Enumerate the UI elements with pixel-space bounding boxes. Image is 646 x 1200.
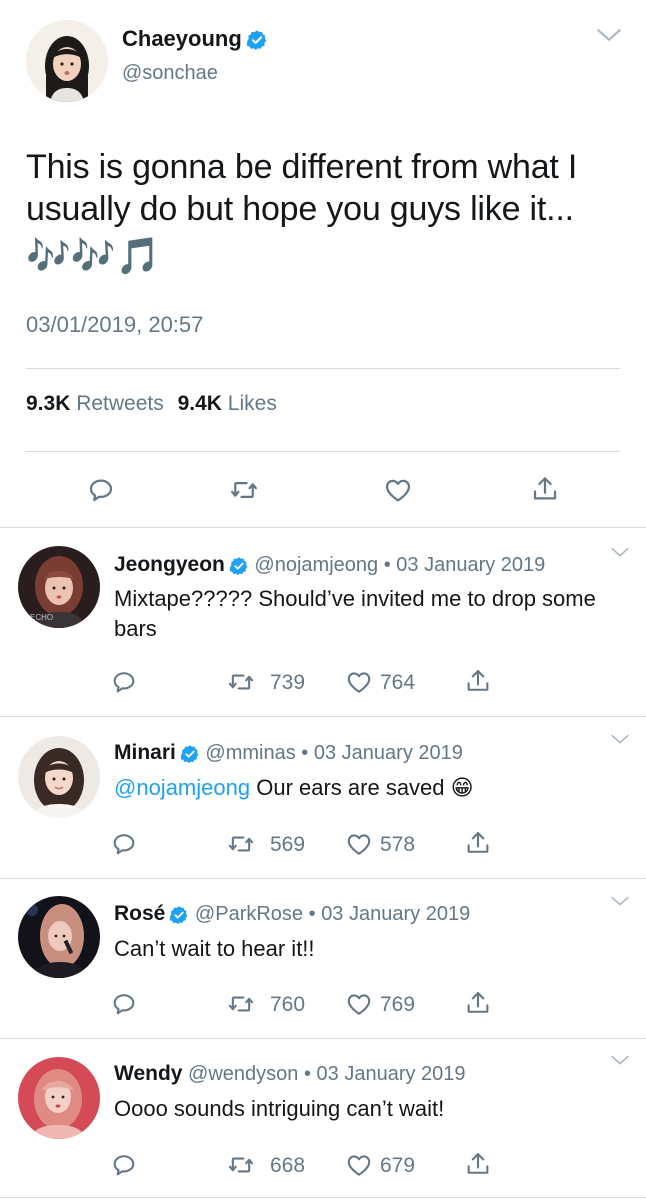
retweet-icon[interactable]	[228, 475, 260, 505]
reply-header: Minari @mminas • 03 January 2019	[114, 741, 463, 765]
chevron-down-icon[interactable]	[596, 28, 622, 43]
reply-body: Can’t wait to hear it!!	[114, 936, 315, 961]
reply-body: Our ears are saved 😁	[256, 775, 474, 800]
reply-avatar[interactable]	[18, 736, 100, 818]
like-icon[interactable]	[344, 668, 374, 696]
retweet-count: 739	[270, 671, 306, 694]
reply-body: Mixtape????? Should’ve invited me to dro…	[114, 586, 596, 641]
chevron-down-icon[interactable]	[610, 1055, 630, 1066]
svg-text:ECHO: ECHO	[30, 613, 53, 622]
likes-count: 9.4K	[177, 392, 222, 415]
retweet-count: 668	[270, 1154, 306, 1177]
author-name-text[interactable]: Chaeyoung	[122, 26, 242, 51]
reply-icon[interactable]	[86, 475, 116, 505]
retweets-stat[interactable]: 9.3K Retweets	[26, 392, 164, 415]
engagement-stats: 9.3K Retweets 9.4K Likes	[26, 392, 277, 416]
reply-icon[interactable]	[110, 668, 138, 696]
chevron-down-icon[interactable]	[610, 734, 630, 745]
retweets-count: 9.3K	[26, 392, 71, 415]
reply-author-name[interactable]: Rosé	[114, 902, 165, 925]
reply-body: Oooo sounds intriguing can’t wait!	[114, 1096, 445, 1121]
reply-author-handle[interactable]: @mminas	[205, 742, 295, 764]
tweet-text: This is gonna be different from what I u…	[26, 148, 578, 228]
reply-text: @nojamjeong Our ears are saved 😁	[114, 773, 624, 803]
reply-icon[interactable]	[110, 1151, 138, 1179]
share-icon[interactable]	[464, 988, 492, 1018]
retweet-icon[interactable]	[226, 1151, 256, 1179]
reply-text: Can’t wait to hear it!!	[114, 934, 624, 964]
divider	[26, 451, 620, 452]
avatar[interactable]	[26, 20, 108, 102]
reply-text: Mixtape????? Should’ve invited me to dro…	[114, 584, 624, 644]
reply-author-name[interactable]: Minari	[114, 741, 176, 764]
mention-link[interactable]: @nojamjeong	[114, 775, 250, 800]
share-icon[interactable]	[530, 473, 560, 505]
divider	[0, 716, 646, 717]
divider	[0, 527, 646, 528]
retweet-count: 760	[270, 993, 306, 1016]
reply-header: Jeongyeon @nojamjeong • 03 January 2019	[114, 553, 545, 577]
like-icon[interactable]	[344, 990, 374, 1018]
retweets-label: Retweets	[76, 392, 164, 415]
music-notes-emoji: 🎶🎶🎵	[26, 235, 161, 276]
reply-avatar[interactable]	[18, 1057, 100, 1139]
likes-label: Likes	[227, 392, 277, 415]
divider	[0, 878, 646, 879]
verified-badge-icon	[246, 29, 268, 51]
retweet-icon[interactable]	[226, 990, 256, 1018]
like-icon[interactable]	[344, 830, 374, 858]
reply-header: Rosé @ParkRose • 03 January 2019	[114, 902, 470, 926]
author-name[interactable]: Chaeyoung	[122, 26, 268, 52]
tweet-timestamp[interactable]: 03/01/2019, 20:57	[26, 312, 203, 338]
reply-icon[interactable]	[110, 990, 138, 1018]
reply-avatar[interactable]	[18, 896, 100, 978]
reply-author-name[interactable]: Jeongyeon	[114, 553, 225, 576]
separator-dot: •	[301, 742, 309, 764]
reply-author-handle[interactable]: @nojamjeong	[254, 554, 378, 576]
separator-dot: •	[383, 554, 391, 576]
share-icon[interactable]	[464, 666, 492, 696]
likes-stat[interactable]: 9.4K Likes	[178, 392, 277, 415]
like-count: 578	[380, 833, 416, 856]
like-icon[interactable]	[344, 1151, 374, 1179]
share-icon[interactable]	[464, 828, 492, 858]
retweet-icon[interactable]	[226, 830, 256, 858]
like-count: 764	[380, 671, 416, 694]
reply-date[interactable]: 03 January 2019	[321, 903, 470, 925]
separator-dot: •	[308, 903, 316, 925]
author-handle[interactable]: @sonchae	[122, 62, 218, 85]
chevron-down-icon[interactable]	[610, 896, 630, 907]
reply-date[interactable]: 03 January 2019	[314, 742, 463, 764]
reply-author-handle[interactable]: @ParkRose	[195, 903, 303, 925]
divider	[0, 1197, 646, 1198]
separator-dot: •	[303, 1063, 311, 1085]
verified-badge-icon	[180, 744, 200, 764]
like-icon[interactable]	[383, 475, 413, 505]
like-count: 769	[380, 993, 416, 1016]
reply-icon[interactable]	[110, 830, 138, 858]
retweet-icon[interactable]	[226, 668, 256, 696]
chevron-down-icon[interactable]	[610, 547, 630, 558]
like-count: 679	[380, 1154, 416, 1177]
retweet-count: 569	[270, 833, 306, 856]
reply-author-handle[interactable]: @wendyson	[188, 1063, 298, 1085]
reply-header: Wendy @wendyson • 03 January 2019	[114, 1062, 466, 1086]
reply-date[interactable]: 03 January 2019	[317, 1063, 466, 1085]
divider	[0, 1038, 646, 1039]
verified-badge-icon	[229, 556, 249, 576]
reply-date[interactable]: 03 January 2019	[396, 554, 545, 576]
share-icon[interactable]	[464, 1149, 492, 1179]
verified-badge-icon	[169, 905, 189, 925]
reply-avatar[interactable]: ECHO	[18, 546, 100, 628]
divider	[26, 368, 620, 369]
reply-text: Oooo sounds intriguing can’t wait!	[114, 1094, 624, 1124]
reply-author-name[interactable]: Wendy	[114, 1062, 182, 1085]
